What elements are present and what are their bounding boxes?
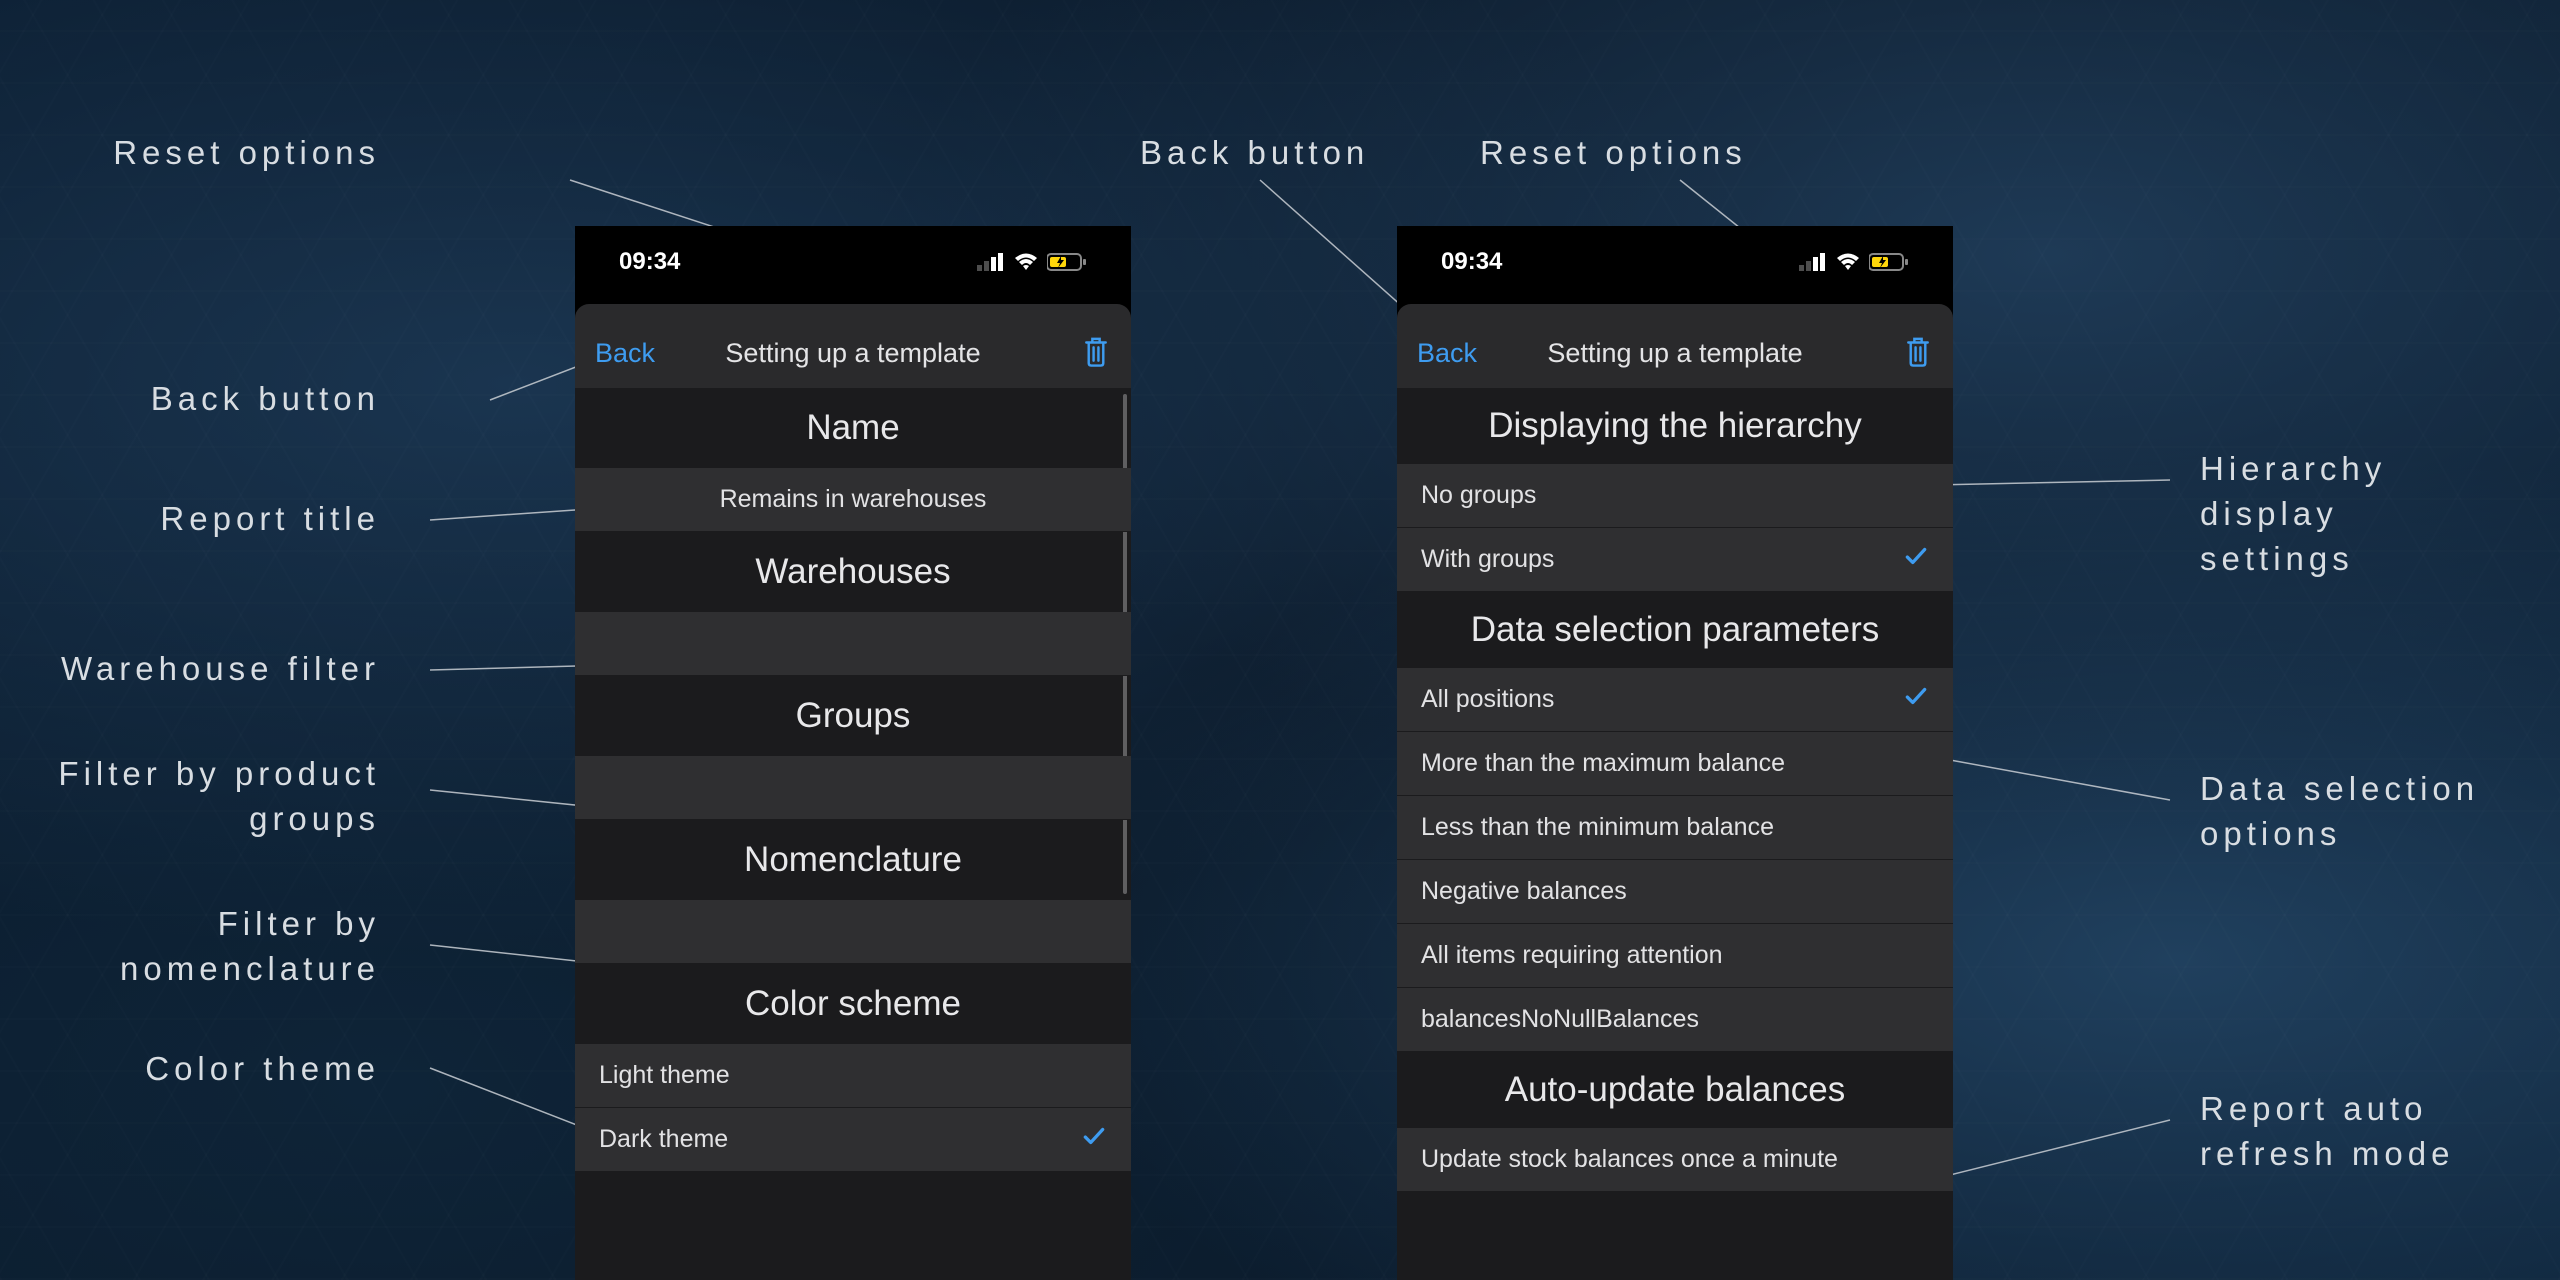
status-bar: 09:34 bbox=[575, 226, 1131, 298]
section-header-nomenclature: Nomenclature bbox=[575, 820, 1131, 900]
annotation-reset-options-2: Reset options bbox=[1480, 134, 1747, 172]
name-input-row[interactable]: Remains in warehouses bbox=[575, 468, 1131, 532]
selection-option-morethanmax[interactable]: More than the maximum balance bbox=[1397, 732, 1953, 796]
trash-icon bbox=[1903, 334, 1933, 368]
annotation-hierarchy-l2: display bbox=[2200, 495, 2338, 533]
annotation-hierarchy-l1: Hierarchy bbox=[2200, 450, 2386, 488]
section-header-groups: Groups bbox=[575, 676, 1131, 756]
cellular-icon bbox=[977, 253, 1005, 271]
annotation-back-button-2: Back button bbox=[1140, 134, 1369, 172]
wifi-icon bbox=[1013, 252, 1039, 272]
sheet-handle bbox=[1397, 298, 1953, 318]
warehouses-row[interactable]: . bbox=[575, 612, 1131, 676]
annotation-report-title: Report title bbox=[160, 500, 380, 538]
option-label: All items requiring attention bbox=[1421, 941, 1723, 970]
option-label: Light theme bbox=[599, 1061, 730, 1090]
annotation-hierarchy-l3: settings bbox=[2200, 540, 2354, 578]
selection-option-attention[interactable]: All items requiring attention bbox=[1397, 924, 1953, 988]
reset-button[interactable] bbox=[1081, 334, 1111, 373]
hierarchy-option-nogroups[interactable]: No groups bbox=[1397, 464, 1953, 528]
option-label: More than the maximum balance bbox=[1421, 749, 1785, 778]
settings-content: Displaying the hierarchy No groups With … bbox=[1397, 388, 1953, 1280]
section-header-name: Name bbox=[575, 388, 1131, 468]
annotation-reset-options-1: Reset options bbox=[113, 134, 380, 172]
annotation-datasel-l2: options bbox=[2200, 815, 2341, 853]
section-header-hierarchy: Displaying the hierarchy bbox=[1397, 388, 1953, 464]
checkmark-icon bbox=[1903, 683, 1929, 716]
nav-bar: Back Setting up a template bbox=[575, 318, 1131, 388]
trash-icon bbox=[1081, 334, 1111, 368]
selection-option-lessthanmin[interactable]: Less than the minimum balance bbox=[1397, 796, 1953, 860]
battery-icon bbox=[1047, 252, 1087, 272]
option-label: Less than the minimum balance bbox=[1421, 813, 1774, 842]
option-label: Dark theme bbox=[599, 1125, 728, 1154]
nav-bar: Back Setting up a template bbox=[1397, 318, 1953, 388]
settings-content: Name Remains in warehouses Warehouses . … bbox=[575, 388, 1131, 1280]
section-header-selection: Data selection parameters bbox=[1397, 592, 1953, 668]
status-time: 09:34 bbox=[1441, 248, 1502, 276]
nav-title: Setting up a template bbox=[725, 338, 980, 369]
phone-mockup-left: 09:34 Back Setting up a template Name Re… bbox=[575, 226, 1131, 1280]
status-time: 09:34 bbox=[619, 248, 680, 276]
nav-title: Setting up a template bbox=[1547, 338, 1802, 369]
annotation-filter-groups-l2: groups bbox=[249, 800, 380, 838]
background-pattern bbox=[0, 0, 2560, 1280]
cellular-icon bbox=[1799, 253, 1827, 271]
selection-option-nonull[interactable]: balancesNoNullBalances bbox=[1397, 988, 1953, 1052]
phone-mockup-right: 09:34 Back Setting up a template Display… bbox=[1397, 226, 1953, 1280]
option-label: Negative balances bbox=[1421, 877, 1627, 906]
groups-row[interactable]: . bbox=[575, 756, 1131, 820]
annotation-warehouse-filter: Warehouse filter bbox=[61, 650, 380, 688]
annotation-datasel-l1: Data selection bbox=[2200, 770, 2479, 808]
annotation-filter-groups-l1: Filter by product bbox=[58, 755, 380, 793]
checkmark-icon bbox=[1081, 1123, 1107, 1156]
status-icons bbox=[977, 252, 1087, 272]
section-header-color: Color scheme bbox=[575, 964, 1131, 1044]
wifi-icon bbox=[1835, 252, 1861, 272]
option-label: balancesNoNullBalances bbox=[1421, 1005, 1699, 1034]
back-button[interactable]: Back bbox=[595, 338, 655, 369]
annotation-filter-nomen-l2: nomenclature bbox=[120, 950, 380, 988]
color-option-dark[interactable]: Dark theme bbox=[575, 1108, 1131, 1172]
sheet-handle bbox=[575, 298, 1131, 318]
checkmark-icon bbox=[1903, 543, 1929, 576]
annotation-color-theme: Color theme bbox=[145, 1050, 380, 1088]
annotation-filter-nomen-l1: Filter by bbox=[218, 905, 380, 943]
reset-button[interactable] bbox=[1903, 334, 1933, 373]
battery-icon bbox=[1869, 252, 1909, 272]
option-label: With groups bbox=[1421, 545, 1554, 574]
color-option-light[interactable]: Light theme bbox=[575, 1044, 1131, 1108]
status-bar: 09:34 bbox=[1397, 226, 1953, 298]
option-label: No groups bbox=[1421, 481, 1536, 510]
hierarchy-option-withgroups[interactable]: With groups bbox=[1397, 528, 1953, 592]
selection-option-negative[interactable]: Negative balances bbox=[1397, 860, 1953, 924]
annotation-auto-l2: refresh mode bbox=[2200, 1135, 2454, 1173]
nomenclature-row[interactable]: . bbox=[575, 900, 1131, 964]
status-icons bbox=[1799, 252, 1909, 272]
annotation-back-button-1: Back button bbox=[151, 380, 380, 418]
option-label: Update stock balances once a minute bbox=[1421, 1145, 1838, 1174]
annotation-auto-l1: Report auto bbox=[2200, 1090, 2427, 1128]
section-header-warehouses: Warehouses bbox=[575, 532, 1131, 612]
option-label: All positions bbox=[1421, 685, 1554, 714]
selection-option-all[interactable]: All positions bbox=[1397, 668, 1953, 732]
back-button[interactable]: Back bbox=[1417, 338, 1477, 369]
autoupdate-option-minute[interactable]: Update stock balances once a minute bbox=[1397, 1128, 1953, 1192]
section-header-autoupdate: Auto-update balances bbox=[1397, 1052, 1953, 1128]
